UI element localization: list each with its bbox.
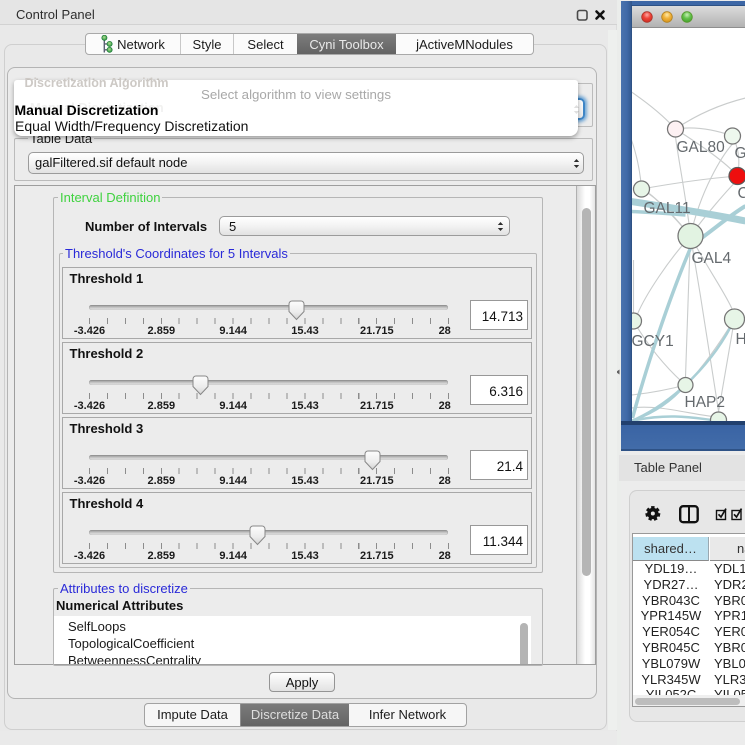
svg-text:GAL80: GAL80 bbox=[676, 139, 725, 156]
svg-text:HAP2: HAP2 bbox=[684, 394, 725, 411]
svg-text:GCY1: GCY1 bbox=[632, 333, 674, 350]
svg-text:GAL11: GAL11 bbox=[643, 200, 690, 217]
svg-text:GA: GA bbox=[734, 145, 745, 162]
svg-text:C: C bbox=[737, 185, 745, 202]
svg-text:GAL4: GAL4 bbox=[691, 250, 731, 267]
svg-text:H: H bbox=[735, 331, 745, 348]
